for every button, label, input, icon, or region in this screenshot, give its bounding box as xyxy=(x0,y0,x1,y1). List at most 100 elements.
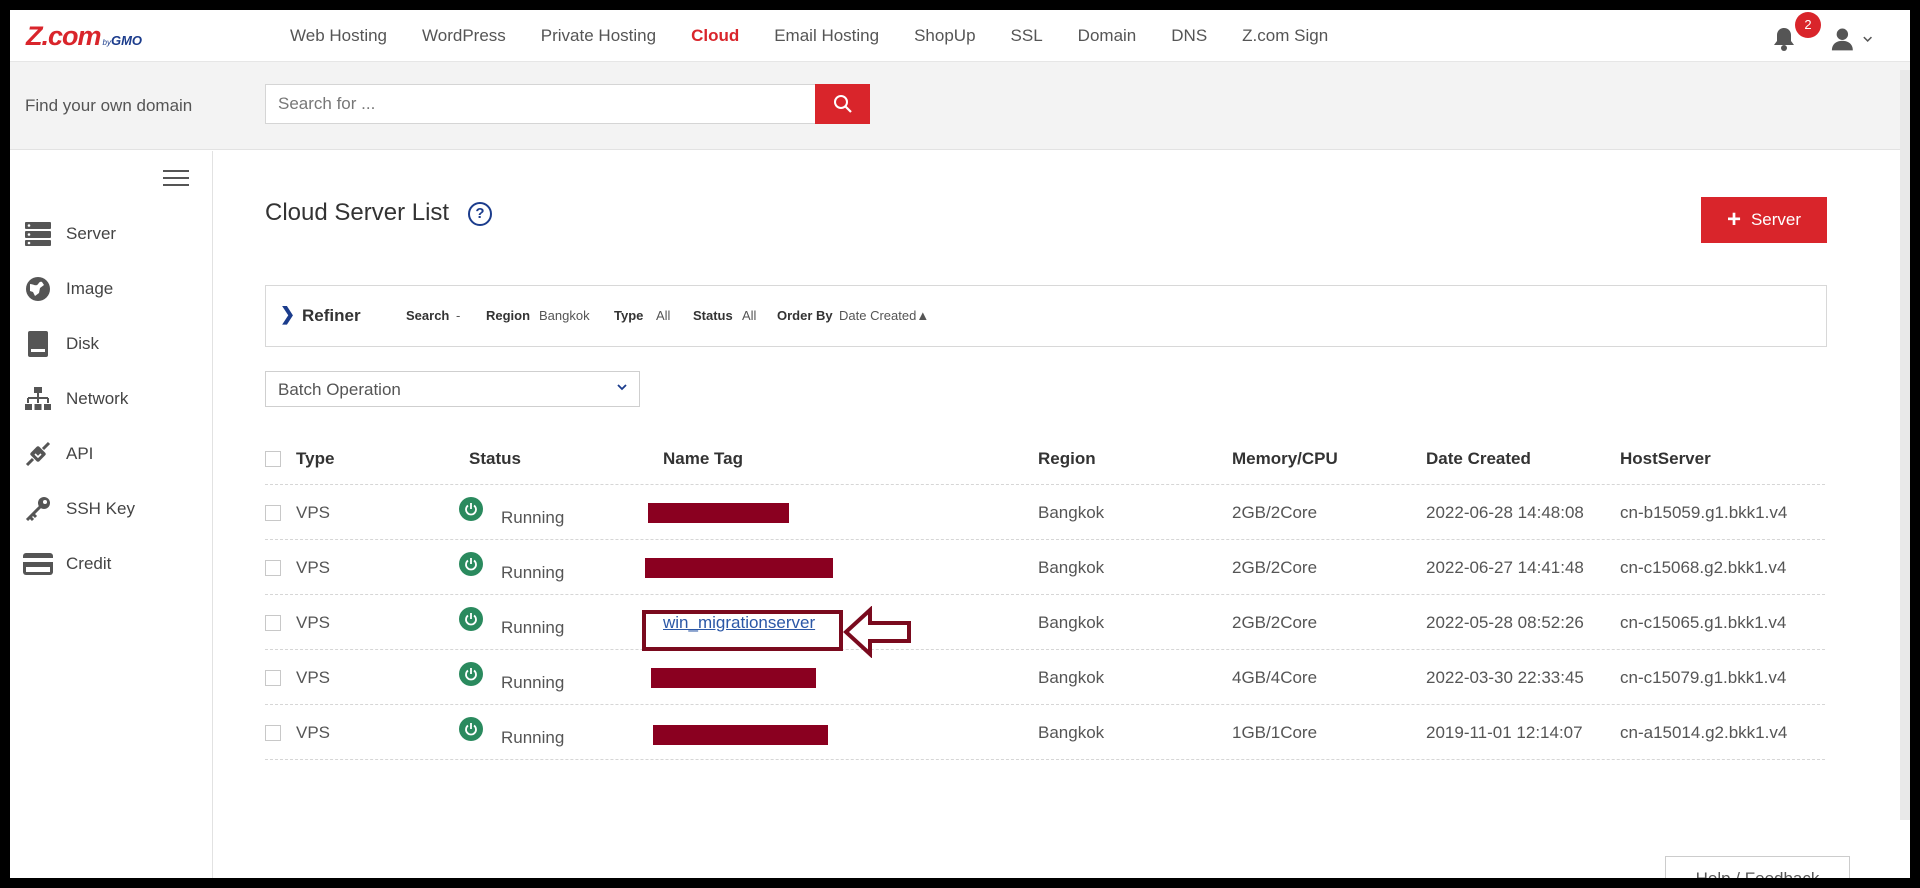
hamburger-menu-icon[interactable] xyxy=(163,170,189,190)
row-checkbox[interactable] xyxy=(265,705,281,760)
page-scrollbar[interactable] xyxy=(1900,70,1910,820)
plus-icon: + xyxy=(1726,206,1741,233)
sidebar-item-label: SSH Key xyxy=(66,499,135,518)
sidebar-item-label: Server xyxy=(66,224,117,243)
domain-search-input[interactable] xyxy=(265,84,817,124)
sidebar-item-disk[interactable]: Disk xyxy=(22,324,202,364)
row-memory-cpu: 2GB/2Core xyxy=(1232,557,1318,577)
status-text: Running xyxy=(501,672,565,692)
nav-web-hosting[interactable]: Web Hosting xyxy=(290,26,387,46)
row-type: VPS xyxy=(296,667,331,687)
network-icon xyxy=(22,383,54,415)
col-region[interactable]: Region xyxy=(1038,431,1096,486)
notification-badge: 2 xyxy=(1795,12,1821,38)
server-icon xyxy=(22,218,54,250)
batch-operation-select[interactable]: Batch Operation xyxy=(265,371,640,407)
user-menu[interactable] xyxy=(1830,26,1874,52)
power-icon[interactable] xyxy=(459,496,483,521)
add-server-label: Server xyxy=(1750,210,1802,229)
row-checkbox[interactable] xyxy=(265,650,281,705)
top-nav: Z.com by GMO Web Hosting WordPress Priva… xyxy=(10,10,1910,62)
chevron-right-icon: ❯ xyxy=(280,304,296,324)
power-icon[interactable] xyxy=(459,606,483,631)
refiner-type-value: All xyxy=(656,308,671,323)
nav-dns[interactable]: DNS xyxy=(1171,26,1207,46)
refiner-status-value: All xyxy=(742,308,757,323)
sidebar-item-label: Image xyxy=(66,279,114,298)
batch-operation-value: Batch Operation xyxy=(278,380,401,399)
nav-zcom-sign[interactable]: Z.com Sign xyxy=(1242,26,1328,46)
row-status: Running xyxy=(459,650,564,705)
sidebar-item-label: API xyxy=(66,444,94,463)
row-region: Bangkok xyxy=(1038,722,1105,742)
row-region: Bangkok xyxy=(1038,502,1105,522)
table-row[interactable]: VPS Running Bangkok 4GB/4Core 2022-03-30… xyxy=(265,650,1825,705)
select-all-checkbox[interactable] xyxy=(265,431,281,486)
browser-viewport: Z.com by GMO Web Hosting WordPress Priva… xyxy=(10,10,1910,878)
refiner-search-value: - xyxy=(456,308,461,323)
sidebar-item-network[interactable]: Network xyxy=(22,379,202,419)
nav-cloud[interactable]: Cloud xyxy=(691,26,739,46)
row-date-created: 2022-05-28 08:52:26 xyxy=(1426,612,1584,632)
refiner-search-key: Search xyxy=(406,308,450,323)
refiner-region-key: Region xyxy=(486,308,531,323)
refiner-panel[interactable]: ❯ Refiner Search - Region Bangkok Type A… xyxy=(265,285,1827,347)
row-status: Running xyxy=(459,705,564,760)
col-hostserver[interactable]: HostServer xyxy=(1620,431,1711,486)
sidebar-item-api[interactable]: API xyxy=(22,434,202,474)
table-header-row: Type Status Name Tag Region Memory/CPU D… xyxy=(265,431,1825,485)
add-server-button[interactable]: + Server xyxy=(1701,197,1827,243)
col-memory-cpu[interactable]: Memory/CPU xyxy=(1232,431,1338,486)
table-row[interactable]: VPS Running Bangkok 1GB/1Core 2019-11-01… xyxy=(265,705,1825,760)
col-status[interactable]: Status xyxy=(469,431,521,486)
status-text: Running xyxy=(501,507,565,527)
row-type: VPS xyxy=(296,722,331,742)
nav-wordpress[interactable]: WordPress xyxy=(422,26,506,46)
disk-icon xyxy=(22,328,54,360)
row-checkbox[interactable] xyxy=(265,485,281,540)
nav-shopup[interactable]: ShopUp xyxy=(914,26,975,46)
refiner-title: Refiner xyxy=(302,306,361,325)
nav-domain[interactable]: Domain xyxy=(1078,26,1137,46)
nav-ssl[interactable]: SSL xyxy=(1011,26,1043,46)
zcom-logo[interactable]: Z.com by GMO xyxy=(26,20,142,50)
status-text: Running xyxy=(501,727,565,747)
table-row[interactable]: VPS Running win_migrationserver Bangkok … xyxy=(265,595,1825,650)
col-type[interactable]: Type xyxy=(296,431,334,486)
page-title: Cloud Server List xyxy=(265,199,450,226)
logo-text: Z.com xyxy=(26,21,102,51)
api-icon xyxy=(22,438,54,470)
row-hostserver: cn-b15059.g1.bkk1.v4 xyxy=(1620,502,1788,522)
help-icon[interactable]: ? xyxy=(468,202,492,226)
col-name-tag[interactable]: Name Tag xyxy=(663,431,743,486)
search-button[interactable] xyxy=(815,84,870,124)
power-icon[interactable] xyxy=(459,661,483,686)
row-checkbox[interactable] xyxy=(265,595,281,650)
sidebar-item-server[interactable]: Server xyxy=(22,214,202,254)
nav-email-hosting[interactable]: Email Hosting xyxy=(774,26,879,46)
power-icon[interactable] xyxy=(459,551,483,576)
row-type: VPS xyxy=(296,502,331,522)
sidebar-item-credit[interactable]: Credit xyxy=(22,544,202,584)
row-checkbox[interactable] xyxy=(265,540,281,595)
row-date-created: 2019-11-01 12:14:07 xyxy=(1426,722,1583,742)
sidebar: Server Image Disk Network API SSH Key Cr… xyxy=(10,151,213,878)
row-type: VPS xyxy=(296,557,331,577)
domain-search-bar: Find your own domain xyxy=(10,62,1910,150)
bell-icon[interactable] xyxy=(1772,26,1798,52)
main-menu: Web Hosting WordPress Private Hosting Cl… xyxy=(290,10,1363,62)
table-row[interactable]: VPS Running Bangkok 2GB/2Core 2022-06-27… xyxy=(265,540,1825,595)
col-date-created[interactable]: Date Created xyxy=(1426,431,1531,486)
row-memory-cpu: 2GB/2Core xyxy=(1232,502,1318,522)
sidebar-item-image[interactable]: Image xyxy=(22,269,202,309)
power-icon[interactable] xyxy=(459,716,483,741)
row-hostserver: cn-c15065.g1.bkk1.v4 xyxy=(1620,612,1787,632)
nav-private-hosting[interactable]: Private Hosting xyxy=(541,26,656,46)
help-feedback-button[interactable]: Help / Feedback xyxy=(1665,856,1850,878)
table-row[interactable]: VPS Running Bangkok 2GB/2Core 2022-06-28… xyxy=(265,485,1825,540)
user-icon xyxy=(1831,28,1853,51)
main-content: Cloud Server List ? + Server ❯ Refiner S… xyxy=(214,151,1910,878)
refiner-status-key: Status xyxy=(693,308,733,323)
row-date-created: 2022-06-28 14:48:08 xyxy=(1426,502,1584,522)
sidebar-item-ssh-key[interactable]: SSH Key xyxy=(22,489,202,529)
